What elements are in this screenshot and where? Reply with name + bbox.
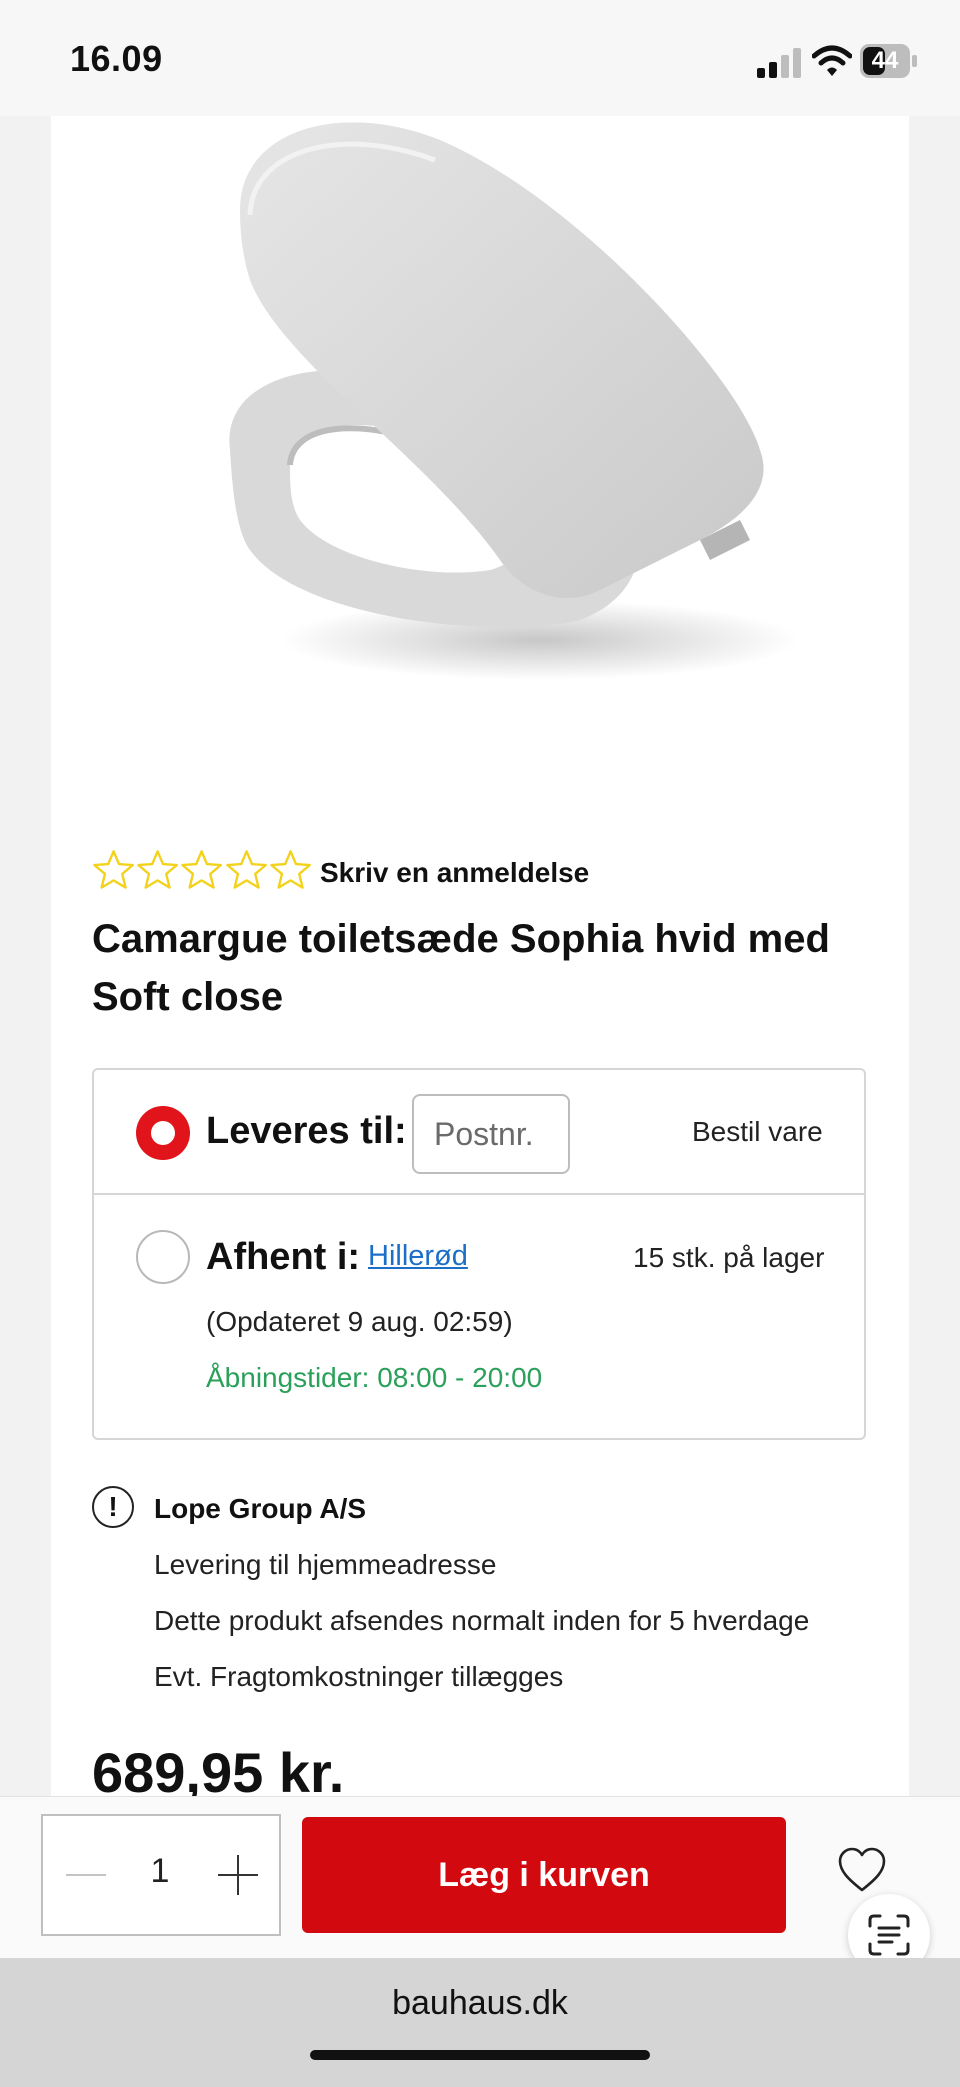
add-to-cart-button[interactable]: Læg i kurven [302, 1817, 786, 1933]
stock-updated: (Opdateret 9 aug. 02:59) [206, 1306, 513, 1337]
star-icon [181, 850, 223, 889]
deliver-radio[interactable] [136, 1106, 190, 1160]
minus-icon[interactable] [58, 1840, 114, 1910]
quantity-value[interactable]: 1 [130, 1852, 190, 1891]
star-icon [93, 850, 134, 889]
plus-icon[interactable] [210, 1840, 266, 1910]
wifi-icon [812, 45, 852, 76]
divider [94, 1193, 866, 1195]
seller-info-line: Evt. Fragtomkostninger tillægges [154, 1661, 564, 1692]
status-time: 16.09 [70, 38, 163, 79]
order-item-text: Bestil vare [692, 1116, 823, 1147]
store-link[interactable]: Hillerød [368, 1240, 468, 1273]
url-text[interactable]: bauhaus.dk [0, 1984, 960, 2023]
star-icon [137, 850, 179, 889]
heart-icon[interactable] [836, 1846, 888, 1894]
pickup-label: Afhent i: [206, 1236, 361, 1278]
pickup-radio[interactable] [136, 1230, 190, 1284]
battery-icon: 44 [860, 44, 918, 78]
write-review-link[interactable]: Skriv en anmeldelse [320, 857, 589, 889]
deliver-label: Leveres til: [206, 1110, 407, 1152]
product-title: Camargue toiletsæde Sophia hvid med Soft… [92, 917, 830, 1019]
postcode-input[interactable] [412, 1094, 570, 1174]
battery-level: 44 [871, 47, 899, 74]
seller-name: Lope Group A/S [154, 1493, 367, 1524]
rating-stars[interactable] [92, 848, 312, 892]
seller-info-line: Dette produkt afsendes normalt inden for… [154, 1605, 810, 1636]
signal-icon [757, 48, 801, 78]
seller-info-line: Levering til hjemmeadresse [154, 1549, 497, 1580]
home-indicator[interactable] [310, 2050, 650, 2060]
star-icon [225, 850, 267, 889]
info-icon: ! [92, 1486, 134, 1528]
opening-hours: Åbningstider: 08:00 - 20:00 [206, 1362, 543, 1393]
star-icon [270, 850, 311, 889]
product-image[interactable] [180, 120, 820, 700]
stock-status: 15 stk. på lager [633, 1242, 825, 1273]
